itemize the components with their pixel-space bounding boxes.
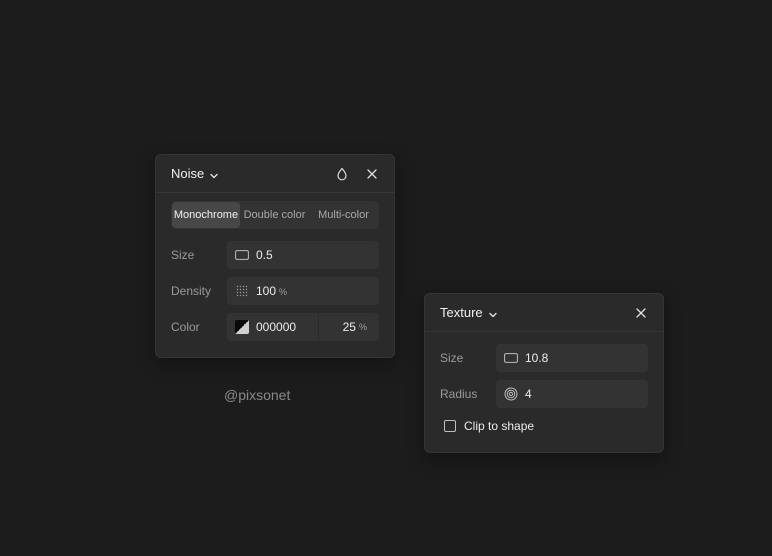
rectangle-icon (235, 248, 249, 262)
noise-density-field[interactable]: 100% (227, 277, 379, 305)
close-icon[interactable] (365, 167, 379, 181)
noise-density-value-wrap: 100% (256, 284, 287, 298)
noise-panel: Noise Monochrome Double color Multi-colo… (155, 154, 395, 358)
noise-color-field: 000000 25% (227, 313, 379, 341)
clip-to-shape-row: Clip to shape (440, 416, 648, 436)
texture-size-row: Size 10.8 (440, 344, 648, 372)
texture-size-field[interactable]: 10.8 (496, 344, 648, 372)
texture-size-value: 10.8 (525, 351, 549, 365)
texture-radius-value: 4 (525, 387, 532, 401)
texture-header-actions (634, 306, 648, 320)
texture-title-dropdown[interactable]: Texture (440, 305, 498, 320)
density-unit: % (279, 287, 288, 297)
texture-panel-body: Size 10.8 Radius 4 Clip to shape (425, 332, 663, 436)
drop-icon[interactable] (335, 167, 349, 181)
texture-title: Texture (440, 305, 483, 320)
clip-to-shape-label[interactable]: Clip to shape (464, 419, 534, 433)
noise-title: Noise (171, 166, 205, 181)
noise-size-value: 0.5 (256, 248, 273, 262)
noise-density-value: 100 (256, 284, 277, 298)
size-label: Size (171, 248, 195, 262)
density-label: Density (171, 284, 212, 298)
tab-multi-color[interactable]: Multi-color (309, 202, 378, 228)
texture-radius-field[interactable]: 4 (496, 380, 648, 408)
canvas: Noise Monochrome Double color Multi-colo… (0, 0, 772, 556)
credit-text: @pixsonet (224, 387, 291, 403)
noise-panel-body: Monochrome Double color Multi-color Size… (156, 193, 394, 341)
noise-color-row: Color 000000 25% (171, 313, 379, 341)
texture-radius-row: Radius 4 (440, 380, 648, 408)
color-hex-input[interactable]: 000000 (227, 313, 319, 341)
dot-grid-icon (235, 284, 249, 298)
texture-panel: Texture Size 10.8 Radius 4 Clip to shape (424, 293, 664, 453)
size-label: Size (440, 351, 464, 365)
concentric-circles-icon (504, 387, 518, 401)
close-icon[interactable] (634, 306, 648, 320)
chevron-down-icon (209, 169, 219, 179)
clip-to-shape-checkbox[interactable] (444, 420, 456, 432)
noise-density-row: Density 100% (171, 277, 379, 305)
noise-type-segmented: Monochrome Double color Multi-color (171, 201, 379, 229)
noise-size-field[interactable]: 0.5 (227, 241, 379, 269)
opacity-unit: % (358, 322, 367, 332)
color-swatch[interactable] (235, 320, 249, 334)
tab-double-color[interactable]: Double color (240, 202, 309, 228)
noise-panel-header: Noise (156, 155, 394, 193)
noise-header-actions (335, 167, 379, 181)
chevron-down-icon (488, 308, 498, 318)
noise-size-row: Size 0.5 (171, 241, 379, 269)
color-opacity-value: 25 (342, 320, 356, 334)
color-hex-value: 000000 (256, 320, 297, 334)
texture-panel-header: Texture (425, 294, 663, 332)
tab-monochrome[interactable]: Monochrome (172, 202, 240, 228)
rectangle-icon (504, 351, 518, 365)
noise-title-dropdown[interactable]: Noise (171, 166, 219, 181)
color-opacity-input[interactable]: 25% (319, 313, 379, 341)
color-label: Color (171, 320, 200, 334)
radius-label: Radius (440, 387, 478, 401)
